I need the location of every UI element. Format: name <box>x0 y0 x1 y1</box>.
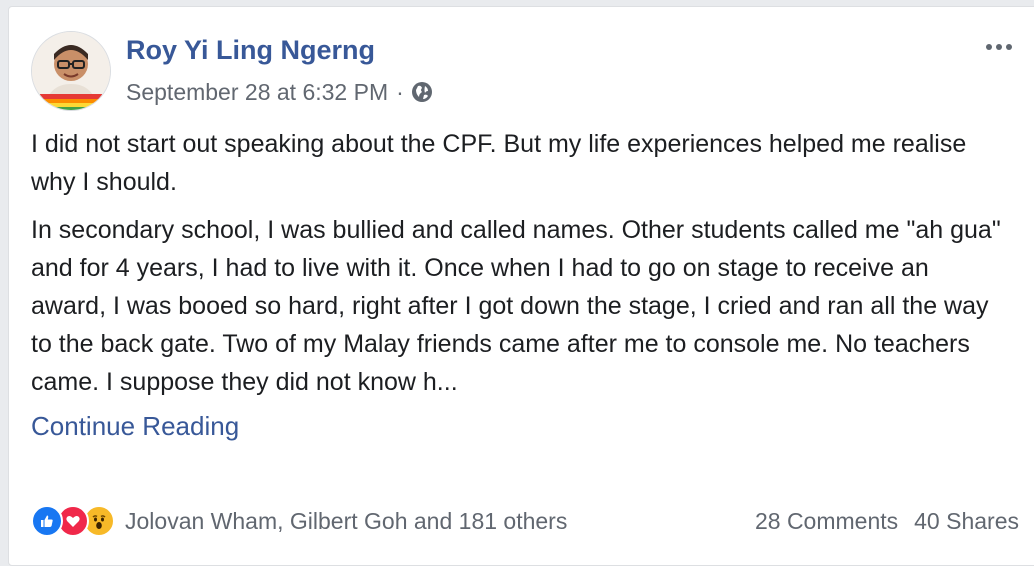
meta-separator: · <box>396 78 404 105</box>
post-body: I did not start out speaking about the C… <box>31 125 1006 445</box>
reactions-text[interactable]: Jolovan Wham, Gilbert Goh and 181 others <box>125 508 567 535</box>
shares-count[interactable]: 40 Shares <box>914 508 1019 535</box>
avatar-image <box>32 32 110 110</box>
post-paragraph: In secondary school, I was bullied and c… <box>31 216 1001 396</box>
author-name[interactable]: Roy Yi Ling Ngerng <box>126 35 375 66</box>
reaction-icons <box>31 505 115 537</box>
continue-reading-link[interactable]: Continue Reading <box>31 407 1006 445</box>
comments-count[interactable]: 28 Comments <box>755 508 898 535</box>
more-options-icon[interactable] <box>979 35 1019 59</box>
author-avatar[interactable] <box>31 31 111 111</box>
post-card: Roy Yi Ling Ngerng September 28 at 6:32 … <box>8 6 1034 566</box>
post-meta: September 28 at 6:32 PM · <box>126 77 434 107</box>
reactions-summary[interactable]: Jolovan Wham, Gilbert Goh and 181 others <box>31 505 567 537</box>
engagement-counts: 28 Comments 40 Shares <box>755 508 1019 535</box>
like-icon <box>31 505 63 537</box>
post-paragraph: I did not start out speaking about the C… <box>31 130 967 196</box>
post-footer: Jolovan Wham, Gilbert Goh and 181 others… <box>31 501 1019 541</box>
globe-icon[interactable] <box>410 80 434 104</box>
post-timestamp[interactable]: September 28 at 6:32 PM <box>126 79 388 106</box>
